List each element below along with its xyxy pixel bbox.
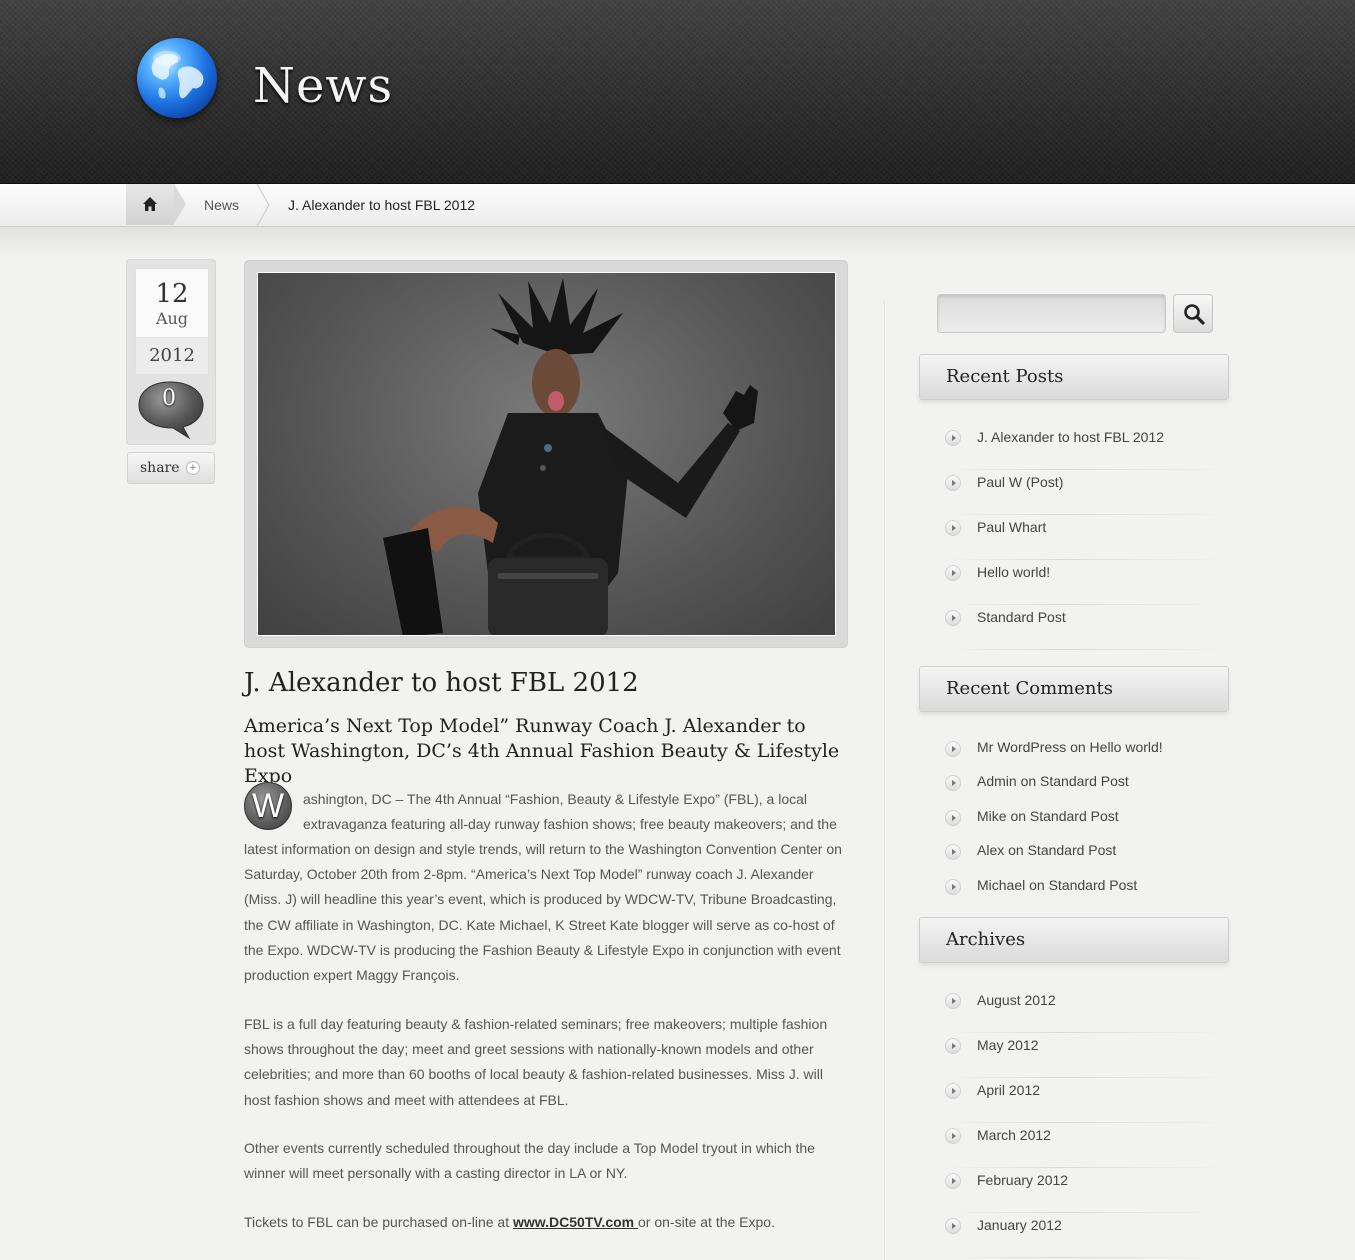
paragraph-1: latest information on design and style t… (244, 841, 842, 984)
arrow-bullet-icon (945, 879, 961, 895)
arrow-bullet-icon (945, 1218, 961, 1234)
archives-title: Archives (946, 929, 1026, 950)
archive-item[interactable]: March 2012 (945, 1123, 1230, 1168)
paragraph-3: Other events currently scheduled through… (244, 1140, 815, 1182)
post-date: 12 Aug 2012 (135, 268, 209, 374)
recent-comments-header: Recent Comments (919, 666, 1229, 712)
recent-post-item[interactable]: Standard Post (945, 605, 1230, 650)
recent-comment-item[interactable]: Mr WordPress on Hello world! (945, 736, 1230, 771)
recent-comment-item[interactable]: Michael on Standard Post (945, 874, 1230, 909)
recent-posts-title: Recent Posts (946, 366, 1064, 387)
comment-count-bubble[interactable]: 0 (137, 380, 204, 440)
recent-post-link[interactable]: Standard Post (977, 609, 1066, 625)
recent-comments-title: Recent Comments (946, 678, 1113, 699)
post-date-box: 12 Aug 2012 0 (126, 259, 216, 445)
post-date-year: 2012 (136, 337, 208, 374)
site-title: News (253, 58, 394, 114)
recent-post-link[interactable]: Paul W (Post) (977, 474, 1063, 490)
archive-link[interactable]: April 2012 (977, 1082, 1040, 1098)
recent-post-item[interactable]: Paul Whart (945, 515, 1230, 560)
recent-post-item[interactable]: Hello world! (945, 560, 1230, 605)
archive-link[interactable]: January 2012 (977, 1217, 1062, 1233)
search-button[interactable] (1173, 294, 1213, 333)
content-sidebar-divider (884, 300, 886, 1260)
arrow-bullet-icon (945, 775, 961, 791)
archive-item[interactable]: April 2012 (945, 1078, 1230, 1123)
globe-icon[interactable] (137, 38, 217, 118)
breadcrumb-shadow (0, 227, 1355, 257)
recent-post-link[interactable]: J. Alexander to host FBL 2012 (977, 429, 1164, 445)
arrow-bullet-icon (945, 1038, 961, 1054)
comment-count: 0 (162, 386, 176, 411)
breadcrumb-home-button[interactable] (126, 184, 186, 225)
breadcrumb-item-news[interactable]: News (204, 197, 239, 213)
featured-image-frame (244, 260, 848, 648)
recent-comment-link[interactable]: Michael on Standard Post (977, 877, 1137, 893)
recent-comment-link[interactable]: Mr WordPress on Hello world! (977, 739, 1163, 755)
arrow-bullet-icon (945, 993, 961, 1009)
paragraph-1-line-1: ashington, DC – The 4th Annual “Fashion,… (303, 791, 808, 807)
home-icon (143, 197, 157, 211)
recent-post-link[interactable]: Hello world! (977, 564, 1050, 580)
archive-item[interactable]: February 2012 (945, 1168, 1230, 1213)
plus-icon: + (186, 461, 200, 475)
share-button[interactable]: share + (127, 452, 215, 484)
arrow-bullet-icon (945, 430, 961, 446)
site-header: News (0, 0, 1355, 184)
post-date-month: Aug (155, 309, 189, 328)
post-title[interactable]: J. Alexander to host FBL 2012 (244, 668, 844, 698)
archive-link[interactable]: March 2012 (977, 1127, 1051, 1143)
recent-post-item[interactable]: Paul W (Post) (945, 470, 1230, 515)
search-input[interactable] (937, 294, 1166, 333)
arrow-bullet-icon (945, 475, 961, 491)
share-label: share (140, 460, 180, 476)
archive-item[interactable]: August 2012 (945, 988, 1230, 1033)
breadcrumb-separator (256, 184, 270, 226)
post-date-day: 12 (155, 279, 189, 309)
archives-header: Archives (919, 917, 1229, 963)
breadcrumb-item-current: J. Alexander to host FBL 2012 (288, 197, 476, 213)
post-subtitle: America’s Next Top Model” Runway Coach J… (244, 715, 840, 787)
arrow-bullet-icon (945, 565, 961, 581)
paragraph-4-text-end: or on-site at the Expo. (638, 1214, 775, 1230)
archive-link[interactable]: February 2012 (977, 1172, 1068, 1188)
recent-comment-link[interactable]: Admin on Standard Post (977, 773, 1129, 789)
recent-post-link[interactable]: Paul Whart (977, 519, 1046, 535)
recent-post-item[interactable]: J. Alexander to host FBL 2012 (945, 425, 1230, 470)
archive-item[interactable]: May 2012 (945, 1033, 1230, 1078)
dc50tv-link[interactable]: www.DC50TV.com (513, 1214, 638, 1230)
recent-comment-item[interactable]: Mike on Standard Post (945, 805, 1230, 840)
arrow-bullet-icon (945, 1128, 961, 1144)
paragraph-4-text: Tickets to FBL can be purchased on-line … (244, 1214, 513, 1230)
arrow-bullet-icon (945, 610, 961, 626)
arrow-bullet-icon (945, 741, 961, 757)
recent-comment-link[interactable]: Alex on Standard Post (977, 842, 1116, 858)
model-photo-illustration (383, 278, 758, 635)
paragraph-1-line-2: extravaganza featuring all-day runway fa… (303, 816, 837, 832)
archive-item[interactable]: January 2012 (945, 1213, 1230, 1258)
dropcap: W (244, 782, 292, 830)
archive-link[interactable]: August 2012 (977, 992, 1056, 1008)
paragraph-2: FBL is a full day featuring beauty & fas… (244, 1016, 828, 1108)
search-icon (1184, 304, 1205, 325)
recent-comment-item[interactable]: Alex on Standard Post (945, 839, 1230, 874)
featured-image[interactable] (257, 272, 836, 636)
recent-comment-item[interactable]: Admin on Standard Post (945, 770, 1230, 805)
arrow-bullet-icon (945, 844, 961, 860)
recent-posts-header: Recent Posts (919, 354, 1229, 400)
arrow-bullet-icon (945, 1173, 961, 1189)
arrow-bullet-icon (945, 1083, 961, 1099)
arrow-bullet-icon (945, 810, 961, 826)
paragraph-4: Tickets to FBL can be purchased on-line … (244, 1210, 848, 1235)
arrow-bullet-icon (945, 520, 961, 536)
archive-link[interactable]: May 2012 (977, 1037, 1038, 1053)
recent-comment-link[interactable]: Mike on Standard Post (977, 808, 1119, 824)
